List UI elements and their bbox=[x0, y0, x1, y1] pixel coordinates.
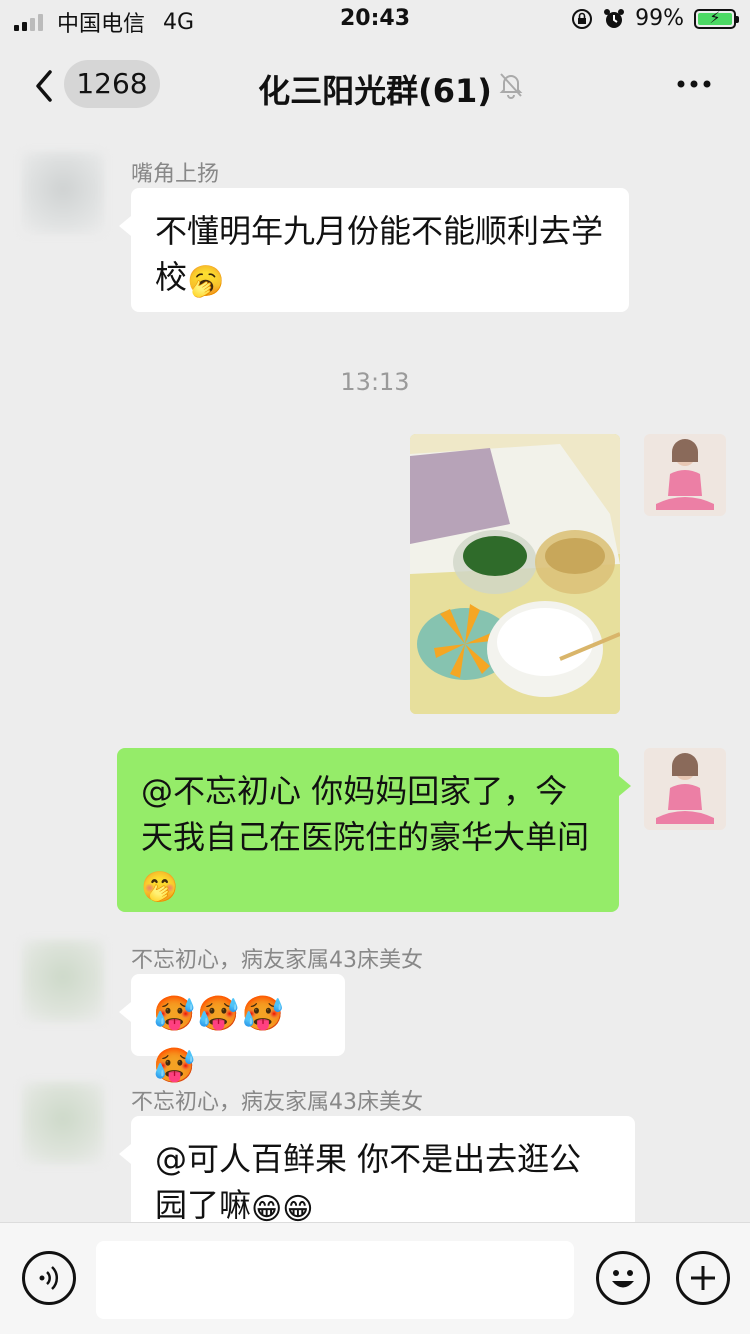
self-avatar[interactable] bbox=[644, 434, 726, 516]
hot-face-emoji-icon: 🥵🥵🥵🥵 bbox=[153, 994, 287, 1086]
mention-text[interactable]: @不忘初心 bbox=[141, 772, 301, 810]
message-text: @可人百鲜果 你不是出去逛公园了嘛 bbox=[155, 1140, 582, 1222]
mute-bell-icon bbox=[499, 73, 523, 99]
status-bar: 中国电信 4G 20:43 99% ⚡ bbox=[0, 0, 750, 44]
status-right: 99% ⚡ bbox=[571, 6, 739, 31]
alarm-icon bbox=[604, 8, 625, 28]
yawn-emoji-icon: 🥱 bbox=[187, 264, 225, 299]
self-avatar-image bbox=[644, 748, 726, 830]
rotation-lock-icon bbox=[572, 8, 593, 29]
grinning-emoji-icon: 😁😁 bbox=[251, 1192, 314, 1222]
self-avatar[interactable] bbox=[644, 748, 726, 830]
hand-over-mouth-emoji-icon: 🤭 bbox=[141, 870, 179, 905]
sender-avatar[interactable] bbox=[22, 940, 104, 1022]
sender-nickname: 不忘初心，病友家属43床美女 bbox=[131, 1090, 423, 1115]
sender-nickname: 嘴角上扬 bbox=[131, 162, 220, 187]
emoji-button[interactable] bbox=[596, 1251, 650, 1305]
self-avatar-image bbox=[644, 434, 726, 516]
smiley-icon bbox=[612, 1270, 634, 1288]
voice-icon bbox=[39, 1266, 59, 1290]
sender-nickname: 不忘初心，病友家属43床美女 bbox=[131, 948, 423, 973]
self-message-bubble[interactable]: @不忘初心 你妈妈回家了，今天我自己在医院住的豪华大单间🤭 bbox=[117, 748, 631, 912]
chat-title: 化三阳光群(61) bbox=[258, 72, 492, 110]
battery-icon: ⚡ bbox=[694, 8, 739, 29]
timestamp-separator: 13:13 bbox=[340, 368, 410, 396]
more-options-icon[interactable] bbox=[676, 74, 712, 94]
message-list[interactable]: 嘴角上扬 不懂明年九月份能不能顺利去学校🥱 13:13 @不忘初心 你妈妈回家了… bbox=[0, 126, 750, 1222]
input-bar bbox=[0, 1222, 750, 1334]
message-bubble[interactable]: 不懂明年九月份能不能顺利去学校🥱 bbox=[119, 188, 629, 312]
message-bubble[interactable]: 🥵🥵🥵🥵 bbox=[119, 974, 345, 1086]
sender-avatar[interactable] bbox=[22, 1082, 104, 1164]
hospital-meal-photo bbox=[410, 434, 620, 714]
voice-input-button[interactable] bbox=[22, 1251, 76, 1305]
sender-avatar[interactable] bbox=[22, 152, 104, 234]
more-functions-button[interactable] bbox=[676, 1251, 730, 1305]
battery-percent: 99% bbox=[635, 6, 684, 31]
photo-message[interactable] bbox=[410, 434, 620, 714]
plus-icon bbox=[691, 1266, 715, 1290]
message-input[interactable] bbox=[96, 1241, 574, 1319]
message-bubble[interactable]: @可人百鲜果 你不是出去逛公园了嘛😁😁 bbox=[119, 1116, 635, 1222]
chat-header: 1268 化三阳光群(61) bbox=[0, 44, 750, 126]
